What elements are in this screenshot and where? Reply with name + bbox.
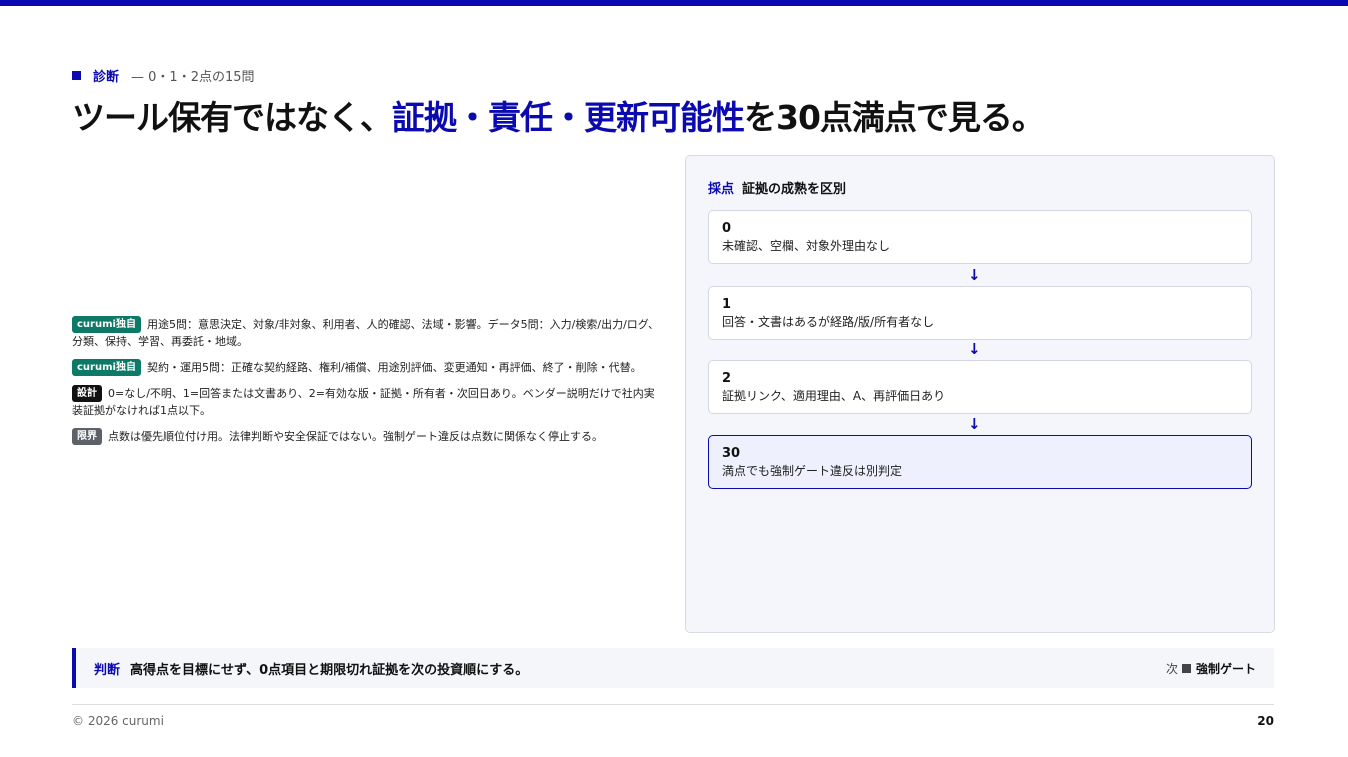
note-tag: curumi独自	[72, 316, 141, 333]
note-text: 0=なし/不明、1=回答または文書あり、2=有効な版・証拠・所有者・次回日あり。…	[72, 387, 655, 417]
arrow-down-icon: ↓	[968, 266, 981, 284]
next-section-link[interactable]: 次 強制ゲート	[1166, 660, 1256, 677]
square-bullet-icon	[72, 70, 81, 80]
footer-divider	[72, 704, 1274, 705]
title-suffix: を30点満点で見る。	[744, 98, 1045, 137]
step-description: 満点でも強制ゲート違反は別判定	[722, 464, 903, 478]
arrow-down-icon: ↓	[968, 415, 981, 433]
panel-key: 採点	[708, 182, 735, 197]
section-eyebrow: 診断 — 0・1・2点の15問	[72, 65, 255, 85]
note-item: curumi独自 用途5問：意思決定、対象/非対象、利用者、人的確認、法域・影響。…	[72, 316, 662, 350]
score-step-30: 30 満点でも強制ゲート違反は別判定	[708, 435, 1252, 489]
square-bullet-icon	[1181, 664, 1191, 673]
step-score: 30	[722, 446, 741, 461]
title-prefix: ツール保有ではなく、	[72, 98, 393, 137]
note-text: 用途5問：意思決定、対象/非対象、利用者、人的確認、法域・影響。データ5問：入力…	[72, 318, 660, 348]
verdict-bar: 判断 高得点を目標にせず、0点項目と期限切れ証拠を次の投資順にする。 次 強制ゲ…	[72, 648, 1274, 688]
step-score: 0	[722, 221, 732, 236]
step-description: 回答・文書はあるが経路/版/所有者なし	[722, 315, 935, 329]
note-item: 設計 0=なし/不明、1=回答または文書あり、2=有効な版・証拠・所有者・次回日あ…	[72, 385, 662, 419]
note-text: 契約・運用5問：正確な契約経路、権利/補償、用途別評価、変更通知・再評価、終了・…	[146, 361, 642, 374]
score-step-2: 2 証拠リンク、適用理由、A、再評価日あり	[708, 360, 1252, 414]
note-tag: 限界	[72, 428, 102, 445]
top-accent-bar	[0, 0, 1348, 6]
next-label: 次	[1165, 662, 1178, 676]
note-item: curumi独自 契約・運用5問：正確な契約経路、権利/補償、用途別評価、変更通知…	[72, 359, 662, 376]
next-target: 強制ゲート	[1195, 662, 1256, 676]
eyebrow-label: 診断	[93, 69, 120, 85]
step-description: 未確認、空欄、対象外理由なし	[722, 239, 891, 253]
note-tag: 設計	[72, 385, 102, 402]
step-score: 2	[722, 371, 732, 386]
copyright: © 2026 curumi	[72, 714, 164, 728]
score-step-1: 1 回答・文書はあるが経路/版/所有者なし	[708, 286, 1252, 340]
step-description: 証拠リンク、適用理由、A、再評価日あり	[722, 389, 946, 403]
page-number: 20	[1257, 714, 1274, 728]
note-item: 限界 点数は優先順位付け用。法律判断や安全保証ではない。強制ゲート違反は点数に関係…	[72, 428, 662, 445]
panel-heading: 採点 証拠の成熟を区別	[708, 178, 846, 197]
scoring-panel: 採点 証拠の成熟を区別 0 未確認、空欄、対象外理由なし ↓ 1 回答・文書はある…	[685, 155, 1275, 633]
note-tag: curumi独自	[72, 359, 141, 376]
notes-list: curumi独自 用途5問：意思決定、対象/非対象、利用者、人的確認、法域・影響。…	[72, 316, 662, 454]
title-highlight: 証拠・責任・更新可能性	[392, 98, 745, 137]
eyebrow-subtitle: — 0・1・2点の15問	[131, 69, 255, 85]
verdict-key: 判断	[94, 662, 121, 678]
verdict-text: 高得点を目標にせず、0点項目と期限切れ証拠を次の投資順にする。	[130, 662, 529, 678]
panel-title: 証拠の成熟を区別	[742, 182, 847, 197]
score-step-0: 0 未確認、空欄、対象外理由なし	[708, 210, 1252, 264]
step-score: 1	[722, 297, 732, 312]
note-text: 点数は優先順位付け用。法律判断や安全保証ではない。強制ゲート違反は点数に関係なく…	[108, 430, 603, 443]
page-title: ツール保有ではなく、証拠・責任・更新可能性を30点満点で見る。	[72, 96, 1045, 140]
arrow-down-icon: ↓	[968, 340, 981, 358]
